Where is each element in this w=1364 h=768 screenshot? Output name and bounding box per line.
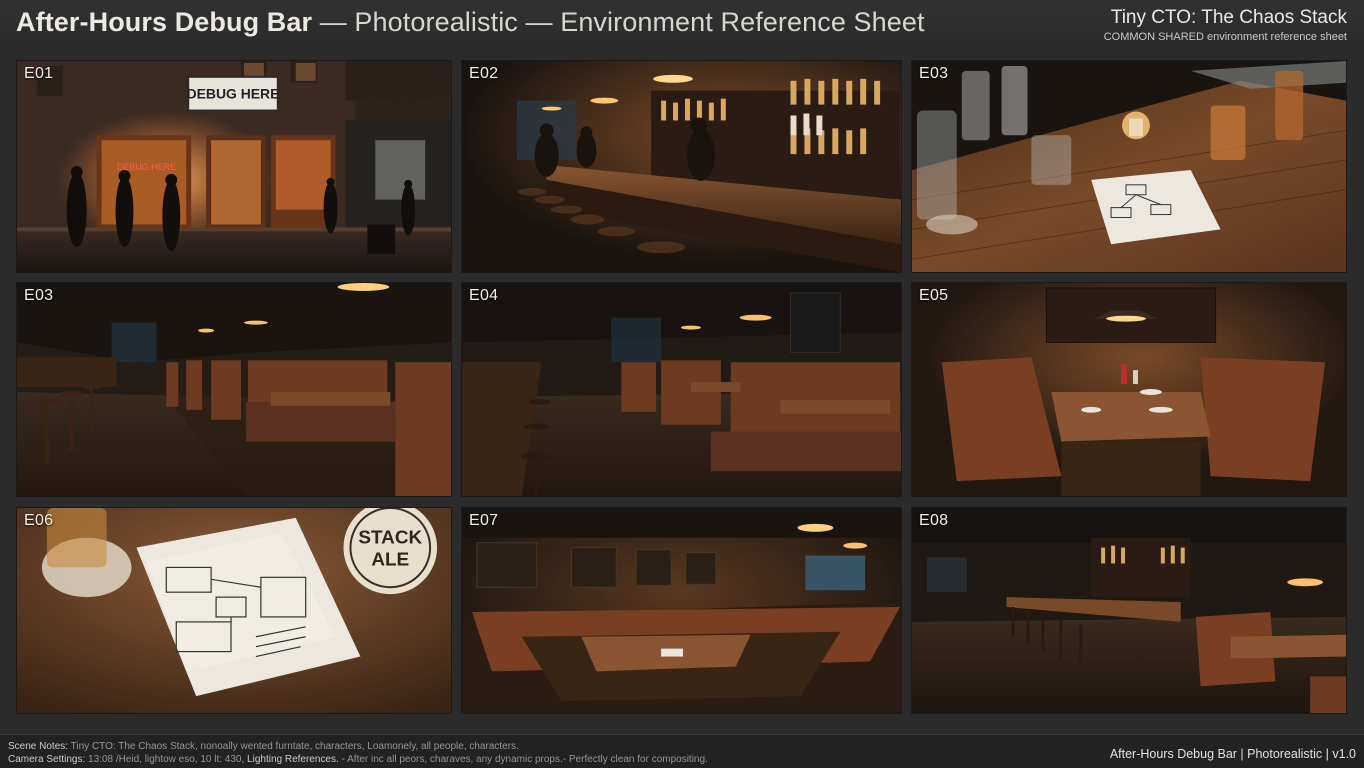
panel-e03-bartop-closeup[interactable]: E03	[911, 60, 1347, 273]
title-rest-part: — Photorealistic — Environment Reference…	[312, 7, 925, 37]
camera-settings-label: Camera Settings:	[8, 754, 86, 765]
brand-subtitle: COMMON SHARED environment reference shee…	[1103, 31, 1347, 43]
panel-label: E01	[24, 65, 54, 82]
scene-notes-label: Scene Notes:	[8, 741, 69, 752]
sheet-title: After-Hours Debug Bar — Photorealistic —…	[16, 7, 925, 38]
panel-label: E05	[919, 287, 949, 304]
e05-scene	[912, 283, 1346, 496]
footer-notes: Scene Notes: Tiny CTO: The Chaos Stack, …	[8, 740, 708, 766]
e03b-scene	[17, 283, 451, 496]
brand-title: Tiny CTO: The Chaos Stack	[1110, 7, 1347, 28]
lighting-text: - After inc all peors, charaves, any dyn…	[338, 754, 708, 765]
camera-settings-text: 13:08 /Heid, lightow eso, 10 lt: 430,	[85, 754, 245, 765]
scene-notes-line: Scene Notes: Tiny CTO: The Chaos Stack, …	[8, 740, 708, 753]
e08-scene	[912, 508, 1346, 713]
panel-e01-street-exterior[interactable]: DEBUG HERE DEBUG HERE E01	[16, 60, 452, 273]
version-label: After-Hours Debug Bar | Photorealistic |…	[1109, 747, 1356, 761]
camera-settings-line: Camera Settings: 13:08 /Heid, lightow es…	[8, 753, 708, 766]
panel-label: E04	[469, 287, 499, 304]
footer-bar: Scene Notes: Tiny CTO: The Chaos Stack, …	[0, 734, 1364, 768]
title-bold-part: After-Hours Debug Bar	[16, 7, 313, 37]
e04-scene	[462, 283, 901, 496]
e01-scene: DEBUG HERE DEBUG HERE	[17, 61, 451, 272]
panel-e03-booth-corridor[interactable]: E03	[16, 282, 452, 497]
debug-here-sign: DEBUG HERE	[187, 86, 280, 102]
panel-e05-single-booth[interactable]: E05	[911, 282, 1347, 497]
e03-scene	[912, 61, 1346, 272]
e06-scene: STACK ALE	[17, 508, 451, 713]
brand-block: Tiny CTO: The Chaos Stack COMMON SHARED …	[1104, 7, 1347, 43]
panel-label: E08	[919, 512, 949, 529]
lighting-label: Lighting References.	[244, 754, 339, 765]
header-bar: After-Hours Debug Bar — Photorealistic —…	[0, 0, 1364, 48]
scene-notes-text: Tiny CTO: The Chaos Stack, nonoally went…	[68, 741, 519, 752]
panel-label: E07	[469, 512, 499, 529]
panel-e06-napkin-coaster[interactable]: STACK ALE E06	[16, 507, 452, 714]
coaster-ale-text: ALE	[371, 548, 409, 569]
e07-scene	[462, 508, 901, 713]
panel-label: E06	[24, 512, 54, 529]
panel-e07-horseshoe-booth[interactable]: E07	[461, 507, 902, 714]
e02-scene	[462, 61, 901, 272]
panel-label: E03	[24, 287, 54, 304]
panel-label: E03	[919, 65, 949, 82]
panel-label: E02	[469, 65, 499, 82]
panel-e08-wide-room[interactable]: E08	[911, 507, 1347, 714]
coaster-stack-text: STACK	[358, 527, 422, 548]
panel-e02-bar-counter[interactable]: E02	[461, 60, 902, 273]
panel-e04-booths-bar[interactable]: E04	[461, 282, 902, 497]
